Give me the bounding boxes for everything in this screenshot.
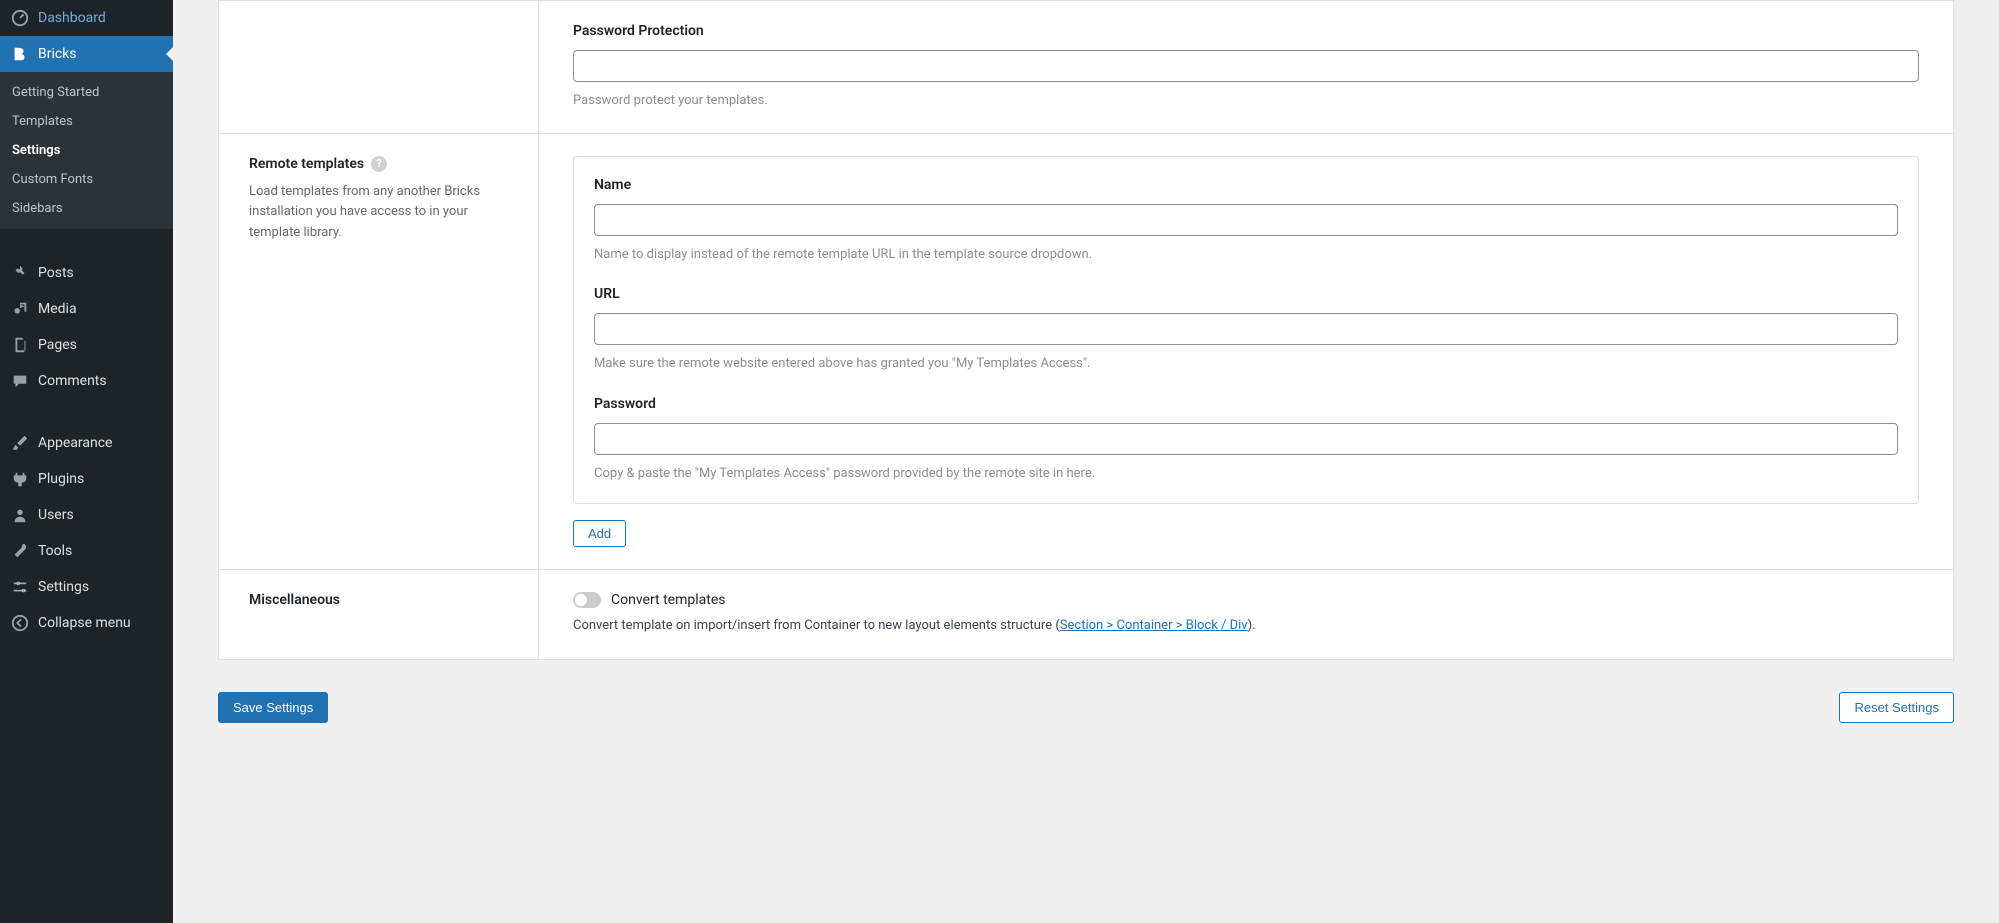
pin-icon (10, 263, 30, 283)
sidebar-item-label: Pages (38, 337, 77, 353)
sidebar-item-appearance[interactable]: Appearance (0, 425, 173, 461)
sidebar-item-tools[interactable]: Tools (0, 533, 173, 569)
help-icon[interactable]: ? (371, 156, 387, 172)
sidebar-item-settings[interactable]: Settings (0, 569, 173, 605)
sidebar-item-dashboard[interactable]: Dashboard (0, 0, 173, 36)
sidebar-item-label: Media (38, 301, 77, 317)
sidebar-item-label: Bricks (38, 46, 77, 62)
sidebar-item-bricks[interactable]: Bricks (0, 36, 173, 72)
sidebar-item-label: Appearance (38, 435, 112, 451)
layout-link[interactable]: Section > Container > Block / Div (1060, 618, 1248, 633)
convert-templates-desc: Convert template on import/insert from C… (573, 616, 1919, 637)
sidebar-item-plugins[interactable]: Plugins (0, 461, 173, 497)
row-remote-templates: Remote templates ? Load templates from a… (219, 134, 1953, 571)
convert-templates-label: Convert templates (611, 592, 725, 608)
media-icon (10, 299, 30, 319)
admin-sidebar: Dashboard Bricks Getting Started Templat… (0, 0, 173, 923)
reset-settings-button[interactable]: Reset Settings (1839, 692, 1954, 723)
remote-url-label: URL (594, 286, 1898, 302)
sub-sidebars[interactable]: Sidebars (0, 194, 173, 223)
sidebar-item-label: Posts (38, 265, 74, 281)
add-button[interactable]: Add (573, 520, 626, 547)
collapse-icon (10, 613, 30, 633)
password-protection-title: Password Protection (573, 23, 1919, 39)
remote-name-input[interactable] (594, 204, 1898, 236)
remote-templates-desc: Load templates from any another Bricks i… (249, 182, 508, 244)
sidebar-item-posts[interactable]: Posts (0, 255, 173, 291)
settings-button-bar: Save Settings Reset Settings (218, 692, 1954, 723)
sidebar-item-label: Settings (38, 579, 89, 595)
wrench-icon (10, 541, 30, 561)
user-icon (10, 505, 30, 525)
remote-template-card: Name Name to display instead of the remo… (573, 156, 1919, 505)
collapse-label: Collapse menu (38, 615, 131, 631)
remote-password-helper: Copy & paste the "My Templates Access" p… (594, 464, 1898, 484)
remote-name-label: Name (594, 177, 1898, 193)
sidebar-item-label: Comments (38, 373, 107, 389)
comment-icon (10, 371, 30, 391)
convert-templates-toggle[interactable] (573, 592, 601, 608)
bricks-icon (10, 44, 30, 64)
dashboard-icon (10, 8, 30, 28)
password-protection-input[interactable] (573, 50, 1919, 82)
collapse-menu[interactable]: Collapse menu (0, 605, 173, 641)
sub-templates[interactable]: Templates (0, 107, 173, 136)
remote-templates-title: Remote templates ? (249, 156, 508, 172)
remote-url-helper: Make sure the remote website entered abo… (594, 354, 1898, 374)
plug-icon (10, 469, 30, 489)
sub-custom-fonts[interactable]: Custom Fonts (0, 165, 173, 194)
sidebar-item-label: Tools (38, 543, 72, 559)
sidebar-item-media[interactable]: Media (0, 291, 173, 327)
save-settings-button[interactable]: Save Settings (218, 692, 328, 723)
sub-getting-started[interactable]: Getting Started (0, 78, 173, 107)
sidebar-item-label: Plugins (38, 471, 84, 487)
remote-url-input[interactable] (594, 313, 1898, 345)
main-content: Password Protection Password protect you… (173, 0, 1999, 923)
sidebar-item-label: Dashboard (38, 10, 106, 26)
row-miscellaneous: Miscellaneous Convert templates Convert … (219, 570, 1953, 659)
settings-panel: Password Protection Password protect you… (218, 0, 1954, 660)
sidebar-item-comments[interactable]: Comments (0, 363, 173, 399)
page-icon (10, 335, 30, 355)
remote-name-helper: Name to display instead of the remote te… (594, 245, 1898, 265)
remote-password-label: Password (594, 396, 1898, 412)
bricks-submenu: Getting Started Templates Settings Custo… (0, 72, 173, 229)
password-protection-helper: Password protect your templates. (573, 91, 1919, 111)
miscellaneous-title: Miscellaneous (249, 592, 508, 608)
row-password-protection: Password Protection Password protect you… (219, 1, 1953, 134)
sidebar-item-label: Users (38, 507, 74, 523)
remote-password-input[interactable] (594, 423, 1898, 455)
sub-settings[interactable]: Settings (0, 136, 173, 165)
brush-icon (10, 433, 30, 453)
sidebar-item-pages[interactable]: Pages (0, 327, 173, 363)
sidebar-item-users[interactable]: Users (0, 497, 173, 533)
sliders-icon (10, 577, 30, 597)
